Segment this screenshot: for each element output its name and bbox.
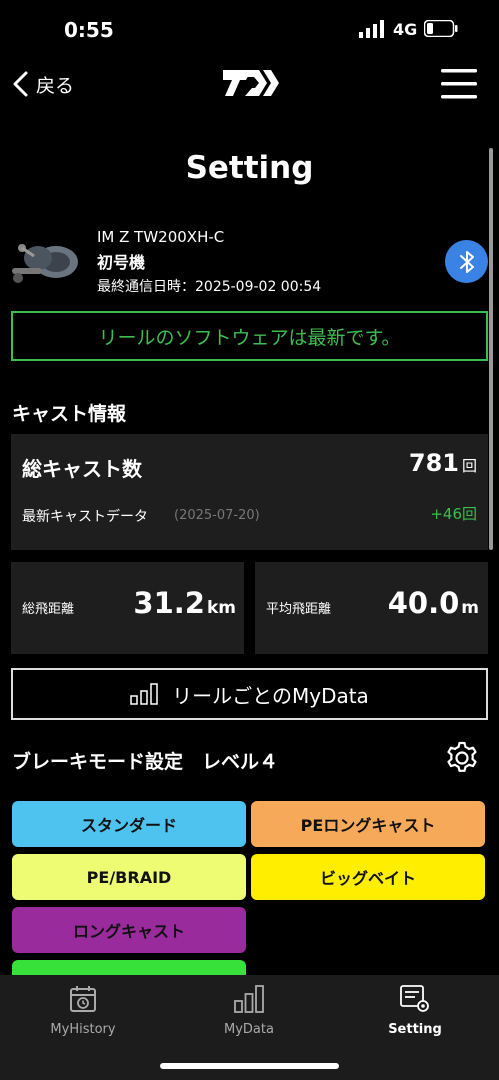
- average-distance-unit: m: [461, 598, 479, 618]
- reel-mydata-button[interactable]: リールごとのMyData: [11, 668, 488, 720]
- total-cast-label: 総キャスト数: [22, 457, 142, 481]
- scrollbar[interactable]: [489, 148, 493, 550]
- status-time: 0:55: [64, 18, 114, 42]
- reel-model: IM Z TW200XH-C: [97, 228, 225, 246]
- total-cast-value: 781 回: [409, 449, 477, 477]
- latest-cast-value: +46回: [430, 505, 477, 523]
- average-distance-value: 40.0 m: [388, 586, 479, 620]
- tab-setting[interactable]: Setting: [355, 984, 475, 1037]
- hamburger-menu-icon[interactable]: [440, 66, 478, 102]
- average-distance-label: 平均飛距離: [266, 602, 332, 617]
- page-title: Setting: [185, 150, 314, 186]
- network-type: 4G: [393, 20, 418, 39]
- mode-standard-button[interactable]: スタンダード: [12, 801, 246, 847]
- total-distance-number: 31.2: [133, 586, 205, 620]
- tab-setting-label: Setting: [388, 1022, 442, 1037]
- settings-list-icon: [400, 985, 429, 1012]
- back-button[interactable]: 戻る: [12, 68, 74, 100]
- tab-myhistory[interactable]: MyHistory: [23, 984, 143, 1037]
- brake-mode-heading: ブレーキモード設定 レベル４: [12, 751, 279, 773]
- last-communication: 最終通信日時：2025-09-02 00:54: [97, 279, 322, 295]
- chevron-left-icon: [13, 71, 28, 97]
- reel-image: [12, 244, 78, 283]
- bar-chart-icon: [234, 985, 264, 1013]
- average-distance-number: 40.0: [387, 586, 460, 620]
- latest-cast-label: 最新キャストデータ: [22, 509, 148, 525]
- total-cast-unit: 回: [461, 457, 477, 475]
- total-distance-unit: km: [206, 598, 236, 618]
- reel-mydata-label: リールごとのMyData: [172, 683, 369, 708]
- home-indicator: [160, 1063, 339, 1069]
- battery-icon: [424, 20, 458, 37]
- mode-pe-braid-button[interactable]: PE/BRAID: [12, 854, 246, 900]
- brand-logo-icon: [223, 70, 279, 96]
- tab-mydata-label: MyData: [224, 1022, 274, 1037]
- total-distance-value: 31.2 km: [133, 586, 236, 620]
- gear-icon[interactable]: [445, 741, 479, 775]
- cast-info-heading: キャスト情報: [12, 403, 127, 425]
- tab-mydata[interactable]: MyData: [189, 984, 309, 1037]
- total-cast-number: 781: [408, 449, 459, 477]
- calendar-icon: [70, 986, 96, 1012]
- bluetooth-icon: [459, 250, 474, 273]
- bar-chart-icon: [130, 683, 158, 705]
- bluetooth-button[interactable]: [445, 240, 488, 283]
- mode-big-bait-button[interactable]: ビッグベイト: [251, 854, 485, 900]
- back-label: 戻る: [36, 74, 75, 97]
- tab-myhistory-label: MyHistory: [50, 1022, 116, 1037]
- signal-icon: [359, 20, 384, 38]
- total-distance-label: 総飛距離: [22, 602, 75, 617]
- latest-cast-date: (2025-07-20): [174, 508, 260, 523]
- reel-name: 初号機: [97, 253, 146, 272]
- mode-long-cast-button[interactable]: ロングキャスト: [12, 907, 246, 953]
- mode-pe-long-cast-button[interactable]: PEロングキャスト: [251, 801, 485, 847]
- software-status-banner: リールのソフトウェアは最新です。: [11, 311, 488, 361]
